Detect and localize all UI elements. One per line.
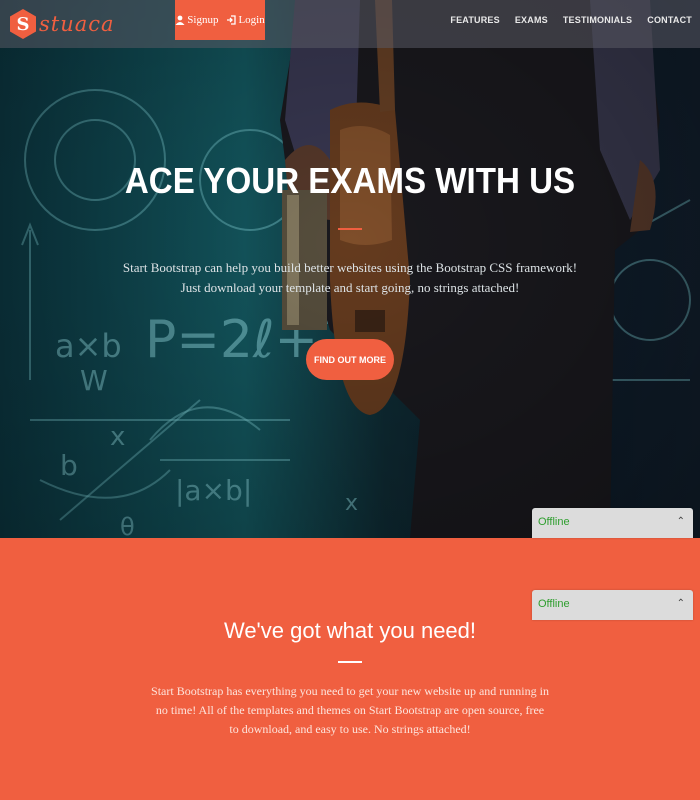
chevron-up-icon[interactable]: ⌃ (677, 516, 685, 527)
nav-item-exams[interactable]: EXAMS (515, 15, 548, 25)
chat-status: Offline (538, 598, 570, 610)
section-divider (338, 661, 362, 663)
login-label: Login (238, 14, 265, 26)
nav-menu: FEATURES EXAMS TESTIMONIALS CONTACT (450, 0, 692, 40)
section-title: We've got what you need! (223, 618, 477, 643)
login-link[interactable]: Login (226, 14, 265, 26)
hero-subtitle-line-2: Just download your template and start go… (180, 280, 520, 295)
signup-label: Signup (187, 14, 219, 26)
chat-widget[interactable]: Offline ⌃ (532, 508, 693, 538)
nav-item-features[interactable]: FEATURES (450, 15, 499, 25)
brand-logo[interactable]: S stuaca (10, 6, 115, 42)
section-text: Start Bootstrap has everything you need … (151, 684, 549, 736)
hero-title: ACE YOUR EXAMS WITH US (124, 160, 576, 201)
hero-subtitle: Start Bootstrap can help you build bette… (100, 258, 600, 298)
chevron-up-icon[interactable]: ⌃ (677, 598, 685, 609)
chat-widget[interactable]: Offline ⌃ (532, 590, 693, 620)
chat-status: Offline (538, 516, 570, 528)
hero-divider (338, 228, 362, 230)
user-icon (175, 15, 185, 25)
find-out-more-button[interactable]: FIND OUT MORE (306, 339, 394, 380)
auth-links: Signup Login (175, 0, 265, 40)
login-icon (227, 15, 237, 25)
hero-subtitle-line-1: Start Bootstrap can help you build bette… (122, 260, 578, 275)
logo-text: stuaca (39, 12, 115, 36)
hero-section: P=2ℓ+2 a×b W b |a×b| θ x x ACE YOUR EXAM… (0, 0, 700, 538)
nav-item-contact[interactable]: CONTACT (647, 15, 692, 25)
navbar: S stuaca Signup Login FEATURES EXAMS TES… (0, 0, 700, 48)
signup-link[interactable]: Signup (175, 14, 218, 26)
logo-hexagon-icon: S (10, 9, 36, 39)
nav-item-testimonials[interactable]: TESTIMONIALS (563, 15, 632, 25)
